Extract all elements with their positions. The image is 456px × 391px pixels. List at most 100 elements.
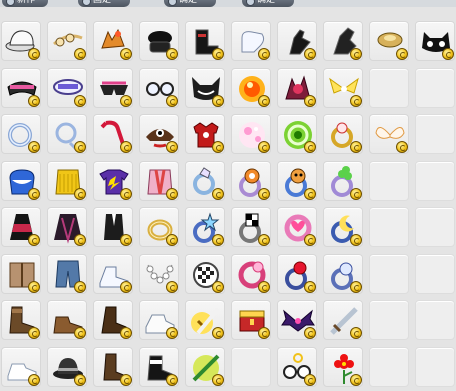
inventory-slot-dark-robe[interactable] bbox=[47, 207, 87, 247]
inventory-slot-silver-ring[interactable] bbox=[1, 114, 41, 154]
inventory-slot-empty[interactable] bbox=[415, 67, 455, 108]
coin-icon bbox=[258, 94, 270, 107]
inventory-slot-white-gloves[interactable] bbox=[231, 21, 271, 61]
inventory-slot-blue-white-ring[interactable] bbox=[323, 253, 363, 294]
inventory-slot-purple-glasses[interactable] bbox=[47, 67, 87, 108]
inventory-slot-white-wings[interactable] bbox=[369, 114, 409, 154]
inventory-slot-white-shoes-2[interactable] bbox=[1, 346, 41, 387]
coin-icon bbox=[166, 234, 178, 246]
inventory-slot-treasure-box[interactable] bbox=[231, 300, 271, 340]
coin-icon bbox=[212, 48, 224, 60]
inventory-slot-crystal-ring[interactable] bbox=[185, 160, 225, 201]
inventory-slot-white-shoes[interactable] bbox=[93, 253, 133, 294]
inventory-slot-purple-tshirt[interactable] bbox=[93, 160, 133, 201]
inventory-slot-character-ring-orange[interactable] bbox=[231, 160, 271, 201]
coin-icon bbox=[166, 280, 178, 293]
inventory-slot-black-fedora[interactable] bbox=[47, 346, 87, 387]
inventory-slot-black-boots[interactable] bbox=[185, 21, 225, 61]
inventory-slot-red-orb-ring[interactable] bbox=[277, 253, 317, 294]
inventory-slot-denim-jeans[interactable] bbox=[47, 253, 87, 294]
inventory-slot-pearl-necklace[interactable] bbox=[139, 253, 179, 294]
coin-icon bbox=[350, 373, 362, 386]
inventory-slot-gold-earring[interactable] bbox=[369, 21, 409, 61]
inventory-slot-dark-brown-boots[interactable] bbox=[93, 300, 133, 340]
inventory-slot-black-hightops[interactable] bbox=[139, 346, 179, 387]
inventory-slot-green-weapon[interactable] bbox=[185, 346, 225, 387]
coin-icon bbox=[304, 48, 316, 60]
coin-icon bbox=[28, 94, 40, 107]
tab-fixed[interactable]: 固定 bbox=[78, 0, 130, 7]
inventory-slot-empty[interactable] bbox=[415, 300, 455, 340]
inventory-slot-checkered-flag-ring[interactable] bbox=[185, 253, 225, 294]
coin-icon bbox=[74, 280, 86, 293]
inventory-slot-empty[interactable] bbox=[369, 346, 409, 387]
inventory-slot-yellow-spark-wings[interactable] bbox=[323, 67, 363, 108]
inventory-slot-character-ring-face[interactable] bbox=[277, 160, 317, 201]
inventory-slot-goggles-headband[interactable] bbox=[47, 21, 87, 61]
inventory-slot-golden-sword[interactable] bbox=[185, 300, 225, 340]
inventory-slot-red-cane[interactable] bbox=[93, 114, 133, 154]
tab-confirm[interactable]: 确定 bbox=[164, 0, 216, 7]
inventory-slot-empty[interactable] bbox=[415, 253, 455, 294]
coin-icon bbox=[350, 94, 362, 107]
inventory-slot-empty[interactable] bbox=[415, 346, 455, 387]
inventory-slot-checkered-ring[interactable] bbox=[231, 207, 271, 247]
coin-icon bbox=[258, 48, 270, 60]
coin-icon bbox=[442, 48, 454, 60]
inventory-slot-steel-sword[interactable] bbox=[323, 300, 363, 340]
coin-icon bbox=[120, 187, 132, 200]
inventory-slot-empty[interactable] bbox=[415, 114, 455, 154]
inventory-slot-brown-tall-boots[interactable] bbox=[93, 346, 133, 387]
inventory-slot-orange-fox-hat[interactable] bbox=[93, 21, 133, 61]
inventory-slot-gold-bracelet[interactable] bbox=[139, 207, 179, 247]
inventory-slot-brown-boots[interactable] bbox=[1, 300, 41, 340]
inventory-slot-gold-jewel-ring[interactable] bbox=[323, 114, 363, 154]
coin-icon bbox=[28, 141, 40, 153]
inventory-slot-empty[interactable] bbox=[415, 160, 455, 201]
inventory-slot-brown-shoes[interactable] bbox=[47, 300, 87, 340]
inventory-slot-red-flower-shirt[interactable] bbox=[185, 114, 225, 154]
inventory-slot-fire-orb[interactable] bbox=[231, 67, 271, 108]
inventory-slot-black-cat-mask[interactable] bbox=[415, 21, 455, 61]
inventory-slot-silver-hoop[interactable] bbox=[47, 114, 87, 154]
inventory-slot-green-glowing-ring[interactable] bbox=[277, 114, 317, 154]
tab-confirm-2[interactable]: 确定 bbox=[242, 0, 294, 7]
inventory-slot-black-beret[interactable] bbox=[139, 21, 179, 61]
inventory-slot-moon-ring[interactable] bbox=[323, 207, 363, 247]
inventory-slot-black-gauntlet[interactable] bbox=[323, 21, 363, 61]
coin-icon bbox=[166, 48, 178, 60]
inventory-slot-purple-bat-wings[interactable] bbox=[277, 300, 317, 340]
inventory-slot-black-glove[interactable] bbox=[277, 21, 317, 61]
tab-icon bbox=[168, 0, 177, 6]
inventory-slot-red-black-dress[interactable] bbox=[1, 207, 41, 247]
inventory-slot-white-sneakers[interactable] bbox=[139, 300, 179, 340]
inventory-slot-black-suit[interactable] bbox=[93, 207, 133, 247]
inventory-slot-empty[interactable] bbox=[369, 67, 409, 108]
inventory-slot-round-spectacles[interactable] bbox=[277, 346, 317, 387]
inventory-slot-empty[interactable] bbox=[369, 207, 409, 247]
inventory-slot-pink-black-visor[interactable] bbox=[1, 67, 41, 108]
coin-icon bbox=[258, 280, 270, 293]
inventory-slot-pink-sparkle-ring[interactable] bbox=[231, 114, 271, 154]
inventory-slot-empty[interactable] bbox=[415, 207, 455, 247]
inventory-slot-yellow-raincoat[interactable] bbox=[47, 160, 87, 201]
inventory-slot-white-cap[interactable] bbox=[1, 21, 41, 61]
inventory-slot-black-cat-face[interactable] bbox=[185, 67, 225, 108]
inventory-slot-brown-pirate-hat[interactable] bbox=[139, 114, 179, 154]
inventory-slot-blue-cloud-outfit[interactable] bbox=[1, 160, 41, 201]
inventory-slot-empty[interactable] bbox=[369, 300, 409, 340]
inventory-slot-empty[interactable] bbox=[369, 253, 409, 294]
inventory-slot-empty[interactable] bbox=[369, 160, 409, 201]
inventory-slot-pink-kimono[interactable] bbox=[139, 160, 179, 201]
inventory-slot-red-crystal-cluster[interactable] bbox=[277, 67, 317, 108]
inventory-slot-pink-heart-ring[interactable] bbox=[277, 207, 317, 247]
tab-new[interactable]: 新作 bbox=[2, 0, 48, 7]
inventory-slot-pink-black-shades[interactable] bbox=[93, 67, 133, 108]
inventory-slot-brown-coat[interactable] bbox=[1, 253, 41, 294]
inventory-slot-empty[interactable] bbox=[231, 346, 271, 387]
inventory-slot-round-glasses[interactable] bbox=[139, 67, 179, 108]
inventory-slot-blue-star-ring[interactable] bbox=[185, 207, 225, 247]
inventory-slot-clover-ring[interactable] bbox=[323, 160, 363, 201]
inventory-slot-pink-glow-ring[interactable] bbox=[231, 253, 271, 294]
inventory-slot-red-flower[interactable] bbox=[323, 346, 363, 387]
